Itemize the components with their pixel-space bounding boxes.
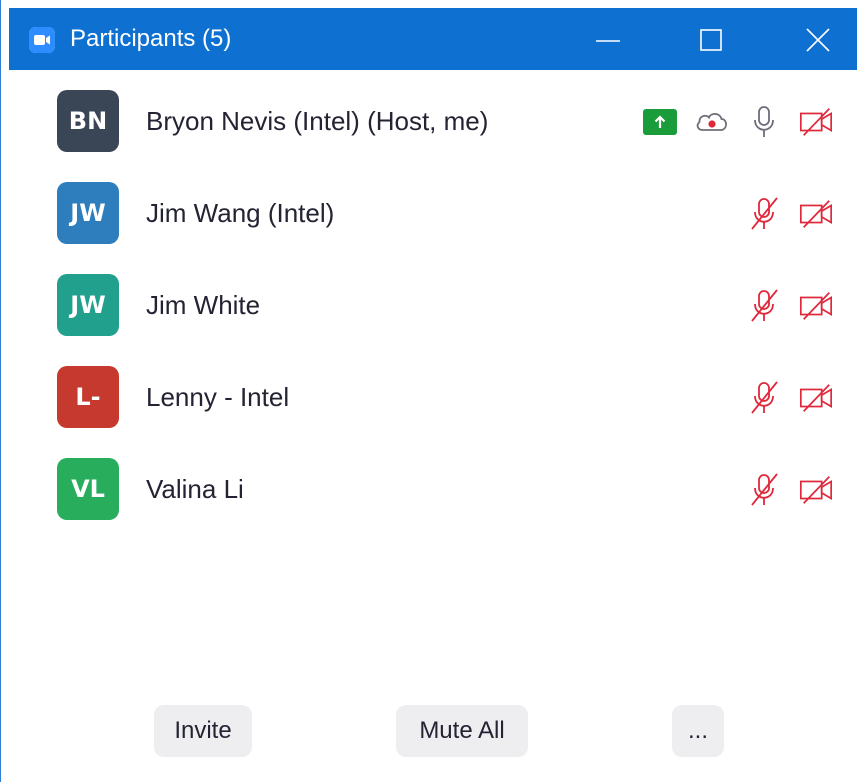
participant-name: Jim White <box>146 290 261 320</box>
video-off-icon[interactable] <box>798 472 834 508</box>
participant-status-icons <box>746 288 834 324</box>
video-off-icon[interactable] <box>798 380 834 416</box>
participant-status-icons <box>746 472 834 508</box>
participant-status-icons <box>746 196 834 232</box>
window-title: Participants (5) <box>70 25 232 52</box>
participant-row[interactable]: L- Lenny - Intel <box>9 346 857 438</box>
share-screen-icon[interactable] <box>642 104 678 140</box>
participant-name: Jim Wang (Intel) <box>146 198 335 228</box>
microphone-muted-icon[interactable] <box>746 472 782 508</box>
maximize-icon <box>700 29 722 51</box>
avatar: VL <box>57 458 119 520</box>
participant-row[interactable]: JW Jim White <box>9 254 857 346</box>
more-options-button[interactable]: ... <box>672 705 724 757</box>
avatar: BN <box>57 90 119 152</box>
cloud-record-icon <box>694 104 730 140</box>
invite-button[interactable]: Invite <box>154 705 252 757</box>
microphone-muted-icon[interactable] <box>746 288 782 324</box>
title-bar[interactable]: Participants (5) <box>9 8 857 70</box>
microphone-icon[interactable] <box>746 104 782 140</box>
microphone-muted-icon[interactable] <box>746 196 782 232</box>
microphone-muted-icon[interactable] <box>746 380 782 416</box>
avatar: L- <box>57 366 119 428</box>
maximize-button[interactable] <box>687 16 735 64</box>
avatar: JW <box>57 182 119 244</box>
zoom-app-icon <box>29 27 55 53</box>
participant-name: Valina Li <box>146 474 244 504</box>
video-off-icon[interactable] <box>798 196 834 232</box>
close-icon <box>806 28 830 52</box>
video-off-icon[interactable] <box>798 288 834 324</box>
participant-name: Lenny - Intel <box>146 382 290 412</box>
close-button[interactable] <box>794 16 842 64</box>
participant-row[interactable]: BN Bryon Nevis (Intel) (Host, me) <box>9 70 857 162</box>
avatar: JW <box>57 274 119 336</box>
participant-row[interactable]: JW Jim Wang (Intel) <box>9 162 857 254</box>
minimize-button[interactable] <box>584 16 632 64</box>
participant-status-icons <box>746 380 834 416</box>
video-off-icon[interactable] <box>798 104 834 140</box>
participant-name: Bryon Nevis (Intel) (Host, me) <box>146 106 489 136</box>
participants-window: Participants (5) BN Bryon Nevis (Intel) … <box>0 0 857 782</box>
participant-status-icons <box>642 104 834 140</box>
participant-row[interactable]: VL Valina Li <box>9 438 857 530</box>
minimize-icon <box>596 40 620 42</box>
mute-all-button[interactable]: Mute All <box>396 705 528 757</box>
